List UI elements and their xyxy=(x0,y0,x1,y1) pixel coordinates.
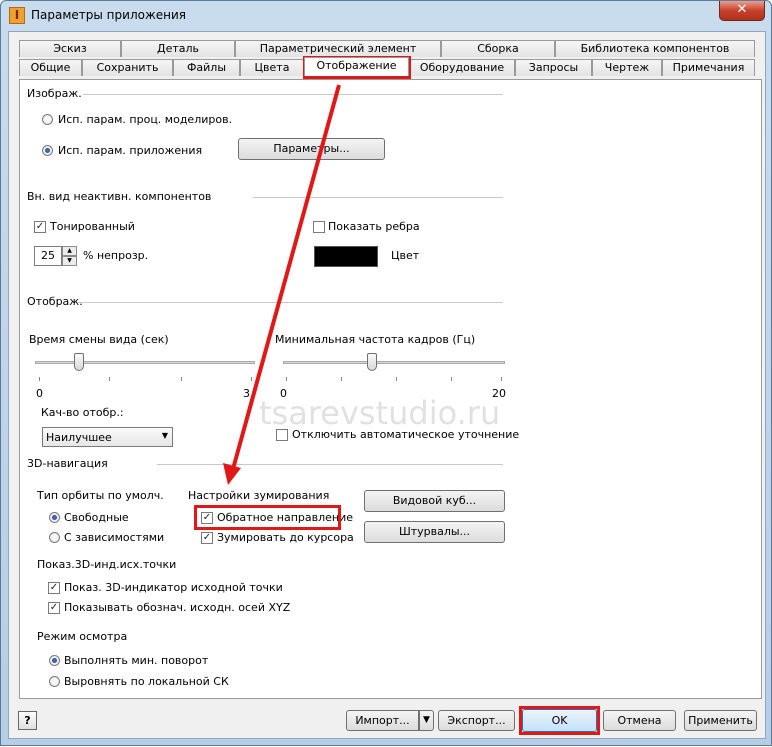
view-time-max: 3 xyxy=(243,387,250,400)
radio-app-settings-label: Исп. парам. приложения xyxy=(58,144,203,157)
tab-assembly[interactable]: Сборка xyxy=(441,40,555,57)
radio-orbit-constrained[interactable] xyxy=(49,532,60,543)
zoom-cursor-checkbox[interactable]: ✓ xyxy=(201,532,213,544)
radio-model-settings-label: Исп. парам. проц. моделиров. xyxy=(58,113,233,126)
group-divider xyxy=(83,94,503,95)
group-divider xyxy=(77,302,503,303)
show-edges-label: Показать ребра xyxy=(328,220,420,233)
export-button[interactable]: Экспорт... xyxy=(438,710,515,731)
highlight-zoom-reverse xyxy=(194,505,341,530)
opacity-label: % непрозр. xyxy=(83,249,149,262)
section-display-title: Отображ. xyxy=(27,295,83,308)
tick xyxy=(109,377,110,381)
frame-rate-label: Минимальная частота кадров (Гц) xyxy=(275,333,476,346)
view-time-min: 0 xyxy=(36,387,43,400)
section-nav-title: 3D-навигация xyxy=(27,457,108,470)
quality-label: Кач-во отобр.: xyxy=(41,406,124,419)
tab-content-center[interactable]: Библиотека компонентов xyxy=(555,40,755,57)
tab-drawing[interactable]: Чертеж xyxy=(592,59,662,76)
orbit-free-label: Свободные xyxy=(64,511,129,524)
section-image-title: Изображ. xyxy=(27,87,82,100)
quality-select[interactable]: Наилучшее ▼ xyxy=(42,427,173,447)
inventor-app-icon: I xyxy=(9,7,25,24)
radio-local-cs[interactable] xyxy=(49,676,60,687)
title-bar: I Параметры приложения ✕ xyxy=(1,1,771,31)
origin-indicator-label: Показ.3D-инд.исх.точки xyxy=(37,558,177,571)
tick xyxy=(181,377,182,381)
origin-show-checkbox[interactable]: ✓ xyxy=(48,582,60,594)
apply-button[interactable]: Применить xyxy=(684,710,757,731)
radio-orbit-free[interactable] xyxy=(49,512,60,523)
view-time-slider-thumb[interactable] xyxy=(74,353,84,371)
quality-select-value: Наилучшее xyxy=(46,431,112,444)
opacity-input[interactable]: 25 xyxy=(34,246,62,266)
show-edges-checkbox[interactable] xyxy=(313,221,325,233)
view-time-track xyxy=(35,361,255,364)
shaded-checkbox[interactable]: ✓ xyxy=(34,221,46,233)
shaded-label: Тонированный xyxy=(50,220,135,233)
group-divider xyxy=(253,197,503,198)
color-label: Цвет xyxy=(391,249,420,262)
tab-hardware[interactable]: Оборудование xyxy=(409,59,515,76)
frame-rate-slider-thumb[interactable] xyxy=(366,353,377,371)
frame-rate-track xyxy=(283,361,505,364)
tick xyxy=(286,377,287,381)
watermark-text: tsarevstudio.ru xyxy=(259,394,501,432)
tab-files[interactable]: Файлы xyxy=(173,59,240,76)
params-button[interactable]: Параметры... xyxy=(238,138,385,160)
import-dropdown-chevron-icon[interactable]: ▼ xyxy=(419,710,434,731)
tab-general[interactable]: Общие xyxy=(19,59,82,76)
orbit-constrained-label: С зависимостями xyxy=(64,531,165,544)
highlight-ok-button xyxy=(519,706,600,735)
local-cs-label: Выровнять по локальной СК xyxy=(64,675,229,688)
group-divider xyxy=(157,464,503,465)
radio-model-settings[interactable] xyxy=(42,114,53,125)
steering-wheels-button[interactable]: Штурвалы... xyxy=(364,521,505,543)
origin-show-label: Показ. 3D-индикатор исходной точки xyxy=(64,581,283,594)
window-title: Параметры приложения xyxy=(31,8,187,22)
color-swatch-button[interactable] xyxy=(314,246,378,267)
import-button[interactable]: Импорт... xyxy=(346,710,419,731)
cancel-button[interactable]: Отмена xyxy=(603,710,676,731)
radio-app-settings[interactable] xyxy=(42,145,53,156)
tab-part[interactable]: Деталь xyxy=(121,40,235,57)
origin-axes-label: Показывать обознач. исходн. осей XYZ xyxy=(64,601,291,614)
tab-display[interactable]: Отображение xyxy=(304,57,409,76)
view-time-label: Время смены вида (сек) xyxy=(29,333,169,346)
radio-min-rotate[interactable] xyxy=(49,655,60,666)
tick xyxy=(451,377,452,381)
orbit-type-label: Тип орбиты по умолч. xyxy=(37,489,164,502)
help-icon[interactable]: ? xyxy=(18,711,37,730)
tick xyxy=(251,377,252,381)
tick xyxy=(501,377,502,381)
viewcube-button[interactable]: Видовой куб... xyxy=(364,490,505,512)
tab-save[interactable]: Сохранить xyxy=(82,59,173,76)
tick xyxy=(341,377,342,381)
tab-sketch[interactable]: Эскиз xyxy=(19,40,121,57)
opacity-up-icon[interactable]: ▲ xyxy=(62,246,77,256)
view-mode-label: Режим осмотра xyxy=(37,630,128,643)
origin-axes-checkbox[interactable]: ✓ xyxy=(48,602,60,614)
tick xyxy=(39,377,40,381)
section-inactive-title: Вн. вид неактивн. компонентов xyxy=(27,190,212,203)
tick xyxy=(396,377,397,381)
tab-notebook[interactable]: Примечания xyxy=(662,59,755,76)
tab-prompts[interactable]: Запросы xyxy=(515,59,592,76)
min-rotate-label: Выполнять мин. поворот xyxy=(64,654,209,667)
zoom-settings-label: Настройки зумирования xyxy=(188,489,330,502)
opacity-down-icon[interactable]: ▼ xyxy=(62,256,77,266)
app-options-window: I Параметры приложения ✕ Эскиз Деталь Па… xyxy=(0,0,772,746)
close-button[interactable]: ✕ xyxy=(719,1,765,21)
tab-ipart[interactable]: Параметрический элемент xyxy=(235,40,441,57)
chevron-down-icon: ▼ xyxy=(161,431,168,440)
zoom-cursor-label: Зумировать до курсора xyxy=(217,531,354,544)
tab-colors[interactable]: Цвета xyxy=(240,59,304,76)
